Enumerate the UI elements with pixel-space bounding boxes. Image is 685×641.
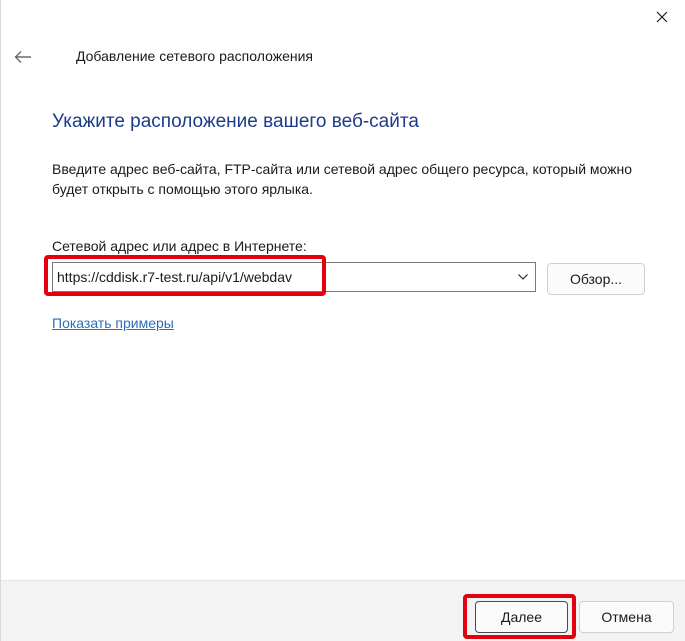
address-dropdown-button[interactable] [511,263,535,291]
instructions-text: Введите адрес веб-сайта, FTP-сайта или с… [52,161,633,197]
close-icon [656,11,668,23]
add-network-location-wizard: Добавление сетевого расположения Укажите… [0,0,685,641]
next-button[interactable]: Далее [475,601,568,633]
show-examples-link[interactable]: Показать примеры [52,315,174,331]
browse-button[interactable]: Обзор... [547,263,645,295]
address-input[interactable] [53,269,511,285]
chevron-down-icon [518,274,528,280]
back-arrow-icon [14,51,31,63]
address-combobox[interactable] [52,262,536,292]
close-button[interactable] [639,0,685,34]
cancel-button[interactable]: Отмена [579,601,674,633]
window-title: Добавление сетевого расположения [76,48,313,64]
page-heading: Укажите расположение вашего веб-сайта [52,111,419,132]
address-field-label: Сетевой адрес или адрес в Интернете: [52,238,307,254]
back-button[interactable] [9,44,37,70]
